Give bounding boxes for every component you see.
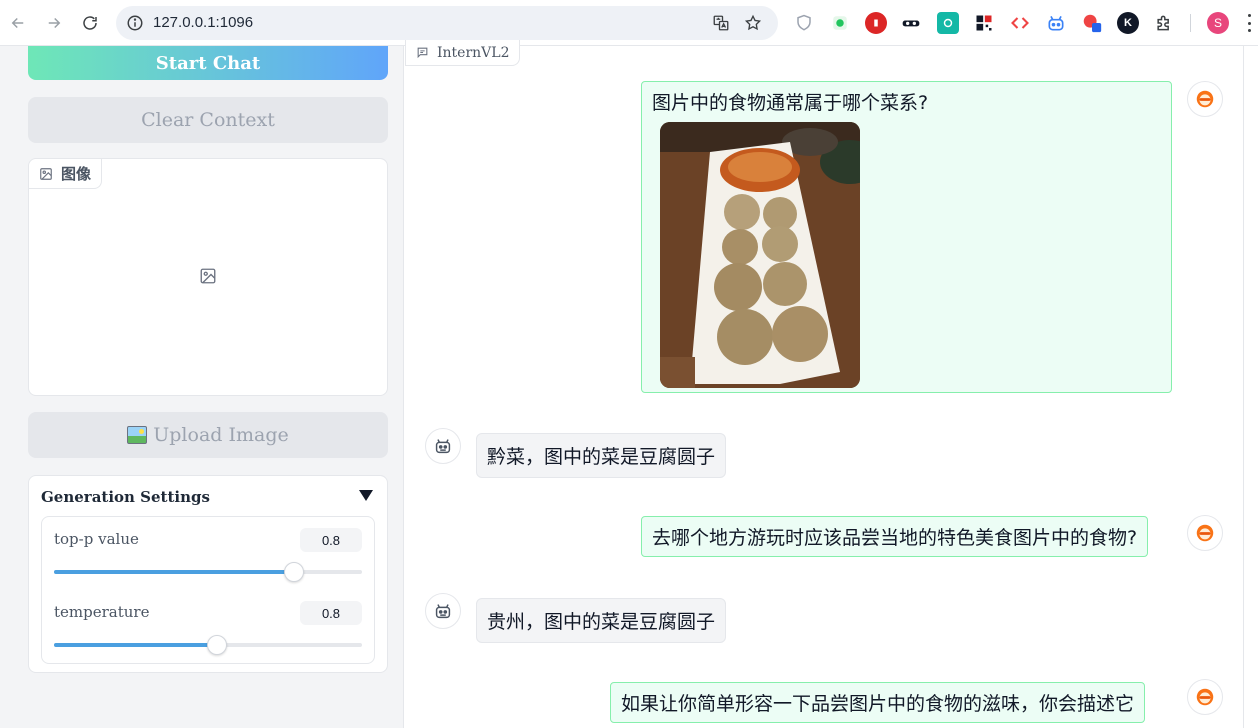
chat-bubble-icon	[417, 47, 428, 59]
k-circle-icon[interactable]: K	[1117, 12, 1139, 34]
incognito-mask-icon[interactable]	[900, 12, 922, 34]
framed-picture-icon	[127, 426, 148, 444]
chatbot-panel: InternVL2 图片中的食物通常属于哪个菜系? 黔菜，图中的菜是豆腐圆子 去…	[405, 40, 1243, 728]
forward-button[interactable]	[42, 11, 66, 35]
message-text: 图片中的食物通常属于哪个菜系?	[652, 92, 929, 114]
generation-settings-title: Generation Settings	[41, 488, 210, 506]
translate-icon[interactable]	[712, 14, 730, 32]
chatbot-label-text: InternVL2	[437, 44, 510, 61]
left-panel: Start Chat Clear Context 图像 Upload Image…	[0, 46, 404, 728]
scrollbar-gutter[interactable]	[1243, 46, 1258, 728]
upload-image-label: Upload Image	[153, 424, 289, 446]
generation-settings-panel: Generation Settings top-p value 0.8 temp…	[28, 475, 388, 673]
user-avatar	[1187, 679, 1223, 715]
chatbot-label-tab: InternVL2	[405, 40, 521, 66]
bot-message: 黔菜，图中的菜是豆腐圆子	[476, 433, 727, 478]
top-p-slider-thumb[interactable]	[284, 562, 304, 582]
generation-settings-body: top-p value 0.8 temperature 0.8	[41, 516, 375, 664]
start-chat-button[interactable]: Start Chat	[28, 46, 388, 80]
arrow-right-icon	[48, 17, 61, 29]
red-record-icon[interactable]	[1081, 12, 1103, 34]
evernote-icon[interactable]	[829, 12, 851, 34]
adblock-icon[interactable]	[865, 12, 887, 34]
teal-square-icon[interactable]	[937, 12, 959, 34]
user-message: 去哪个地方游玩时应该品尝当地的特色美食图片中的食物?	[641, 516, 1149, 557]
user-face-icon	[1196, 524, 1214, 542]
url-text[interactable]: 127.0.0.1:1096	[153, 14, 253, 31]
temperature-slider[interactable]	[54, 635, 362, 655]
code-brackets-icon[interactable]	[1009, 12, 1031, 34]
top-p-label: top-p value	[54, 530, 139, 548]
puzzle-icon[interactable]	[1153, 12, 1175, 34]
clear-context-button[interactable]: Clear Context	[28, 97, 388, 143]
browser-toolbar: 127.0.0.1:1096 K S	[0, 0, 1258, 46]
user-avatar	[1187, 515, 1223, 551]
image-icon	[40, 167, 52, 180]
food-photo[interactable]	[660, 122, 860, 388]
tofu-balls-photo-icon	[660, 122, 860, 388]
top-p-value-input[interactable]: 0.8	[300, 528, 362, 552]
profile-avatar[interactable]: S	[1207, 12, 1229, 34]
bot-message: 贵州，图中的菜是豆腐圆子	[476, 598, 727, 643]
user-message: 图片中的食物通常属于哪个菜系?	[641, 81, 1172, 393]
upload-image-button[interactable]: Upload Image	[28, 412, 388, 458]
bot-avatar	[425, 428, 461, 464]
browser-menu-icon[interactable]	[1246, 14, 1252, 32]
user-face-icon	[1196, 688, 1214, 706]
site-info-icon[interactable]	[126, 14, 144, 32]
temperature-slider-fill	[54, 643, 217, 647]
user-avatar	[1187, 81, 1223, 117]
qr-code-icon[interactable]	[973, 12, 995, 34]
reload-button[interactable]	[78, 11, 102, 35]
reload-icon	[83, 16, 97, 30]
bot-avatar	[425, 593, 461, 629]
user-face-icon	[1196, 90, 1214, 108]
image-upload-area[interactable]: 图像	[28, 158, 388, 396]
shield-icon[interactable]	[793, 12, 815, 34]
back-button[interactable]	[6, 11, 30, 35]
user-message: 如果让你简单形容一下品尝图片中的食物的滋味，你会描述它	[610, 682, 1146, 723]
temperature-slider-thumb[interactable]	[207, 635, 227, 655]
temperature-value-input[interactable]: 0.8	[300, 601, 362, 625]
robot-icon	[435, 604, 451, 619]
robot-icon[interactable]	[1045, 12, 1067, 34]
toolbar-divider	[1190, 14, 1191, 32]
image-label-text: 图像	[61, 165, 92, 183]
robot-icon	[435, 439, 451, 454]
image-placeholder-icon	[200, 268, 216, 284]
image-label-tab: 图像	[29, 159, 103, 189]
star-bookmark-icon[interactable]	[744, 14, 762, 32]
address-bar[interactable]: 127.0.0.1:1096	[116, 6, 778, 40]
top-p-slider[interactable]	[54, 562, 362, 582]
arrow-left-icon	[11, 17, 24, 29]
temperature-label: temperature	[54, 603, 150, 621]
collapse-triangle-icon[interactable]	[359, 490, 373, 501]
top-p-slider-fill	[54, 570, 294, 574]
